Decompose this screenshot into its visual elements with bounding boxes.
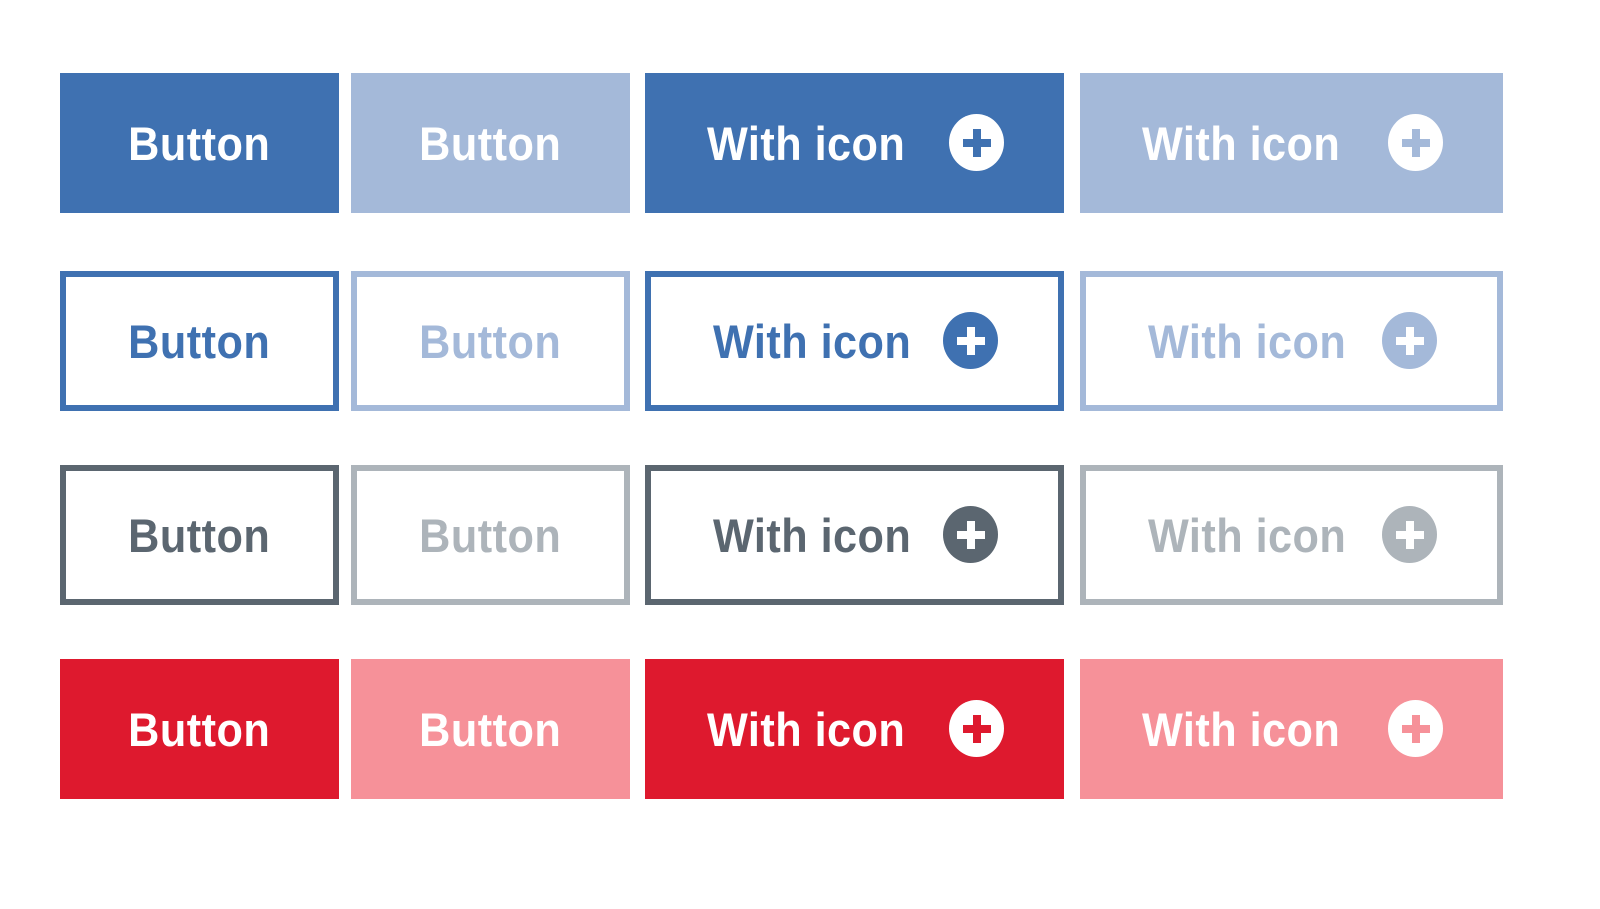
button-label: With icon: [707, 702, 906, 756]
button-label: With icon: [713, 314, 912, 368]
plus-circle-icon: [949, 114, 1004, 171]
plus-circle-icon: [1382, 506, 1437, 563]
primary-outline-with-icon-button-disabled[interactable]: With icon: [1080, 271, 1503, 411]
button-label: Button: [128, 508, 271, 562]
button-label: With icon: [707, 116, 906, 170]
secondary-outline-button-disabled[interactable]: Button: [351, 465, 630, 605]
secondary-outline-with-icon-button-disabled[interactable]: With icon: [1080, 465, 1503, 605]
secondary-outline-with-icon-button-enabled[interactable]: With icon: [645, 465, 1064, 605]
button-label: Button: [419, 314, 562, 368]
primary-filled-button-disabled[interactable]: Button: [351, 73, 630, 213]
primary-filled-with-icon-button-enabled[interactable]: With icon: [645, 73, 1064, 213]
button-label: With icon: [1142, 702, 1341, 756]
button-label: Button: [419, 116, 562, 170]
danger-filled-with-icon-button-disabled[interactable]: With icon: [1080, 659, 1503, 799]
primary-filled-button-enabled[interactable]: Button: [60, 73, 339, 213]
button-label: With icon: [1148, 314, 1347, 368]
button-label: With icon: [1148, 508, 1347, 562]
primary-filled-with-icon-button-disabled[interactable]: With icon: [1080, 73, 1503, 213]
danger-filled-button-disabled[interactable]: Button: [351, 659, 630, 799]
danger-filled-button-enabled[interactable]: Button: [60, 659, 339, 799]
plus-circle-icon: [1388, 114, 1443, 171]
plus-circle-icon: [943, 506, 998, 563]
button-label: Button: [128, 702, 271, 756]
plus-circle-icon: [949, 700, 1004, 757]
plus-circle-icon: [1388, 700, 1443, 757]
button-label: Button: [128, 314, 271, 368]
button-label: Button: [419, 508, 562, 562]
button-label: Button: [419, 702, 562, 756]
plus-circle-icon: [1382, 312, 1437, 369]
primary-outline-with-icon-button-enabled[interactable]: With icon: [645, 271, 1064, 411]
primary-outline-button-enabled[interactable]: Button: [60, 271, 339, 411]
secondary-outline-button-enabled[interactable]: Button: [60, 465, 339, 605]
button-label: With icon: [1142, 116, 1341, 170]
danger-filled-with-icon-button-enabled[interactable]: With icon: [645, 659, 1064, 799]
button-label: With icon: [713, 508, 912, 562]
button-label: Button: [128, 116, 271, 170]
primary-outline-button-disabled[interactable]: Button: [351, 271, 630, 411]
plus-circle-icon: [943, 312, 998, 369]
